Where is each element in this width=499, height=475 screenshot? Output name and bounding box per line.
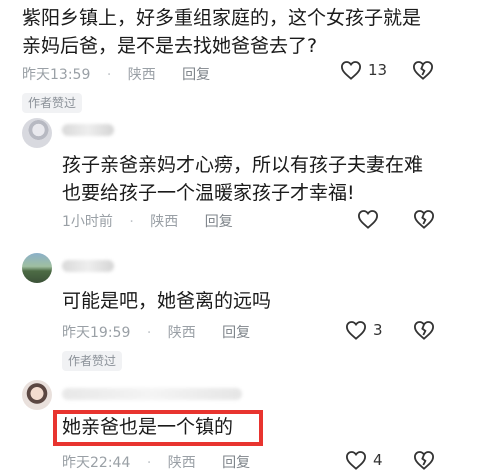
username-blurred[interactable] <box>62 260 114 272</box>
avatar[interactable] <box>22 380 52 410</box>
heart-icon <box>345 321 367 340</box>
comment-time: 1小时前 <box>62 214 113 230</box>
dislike-button[interactable] <box>413 320 435 340</box>
meta-separator: · <box>146 455 152 471</box>
comment-1-text-line2: 也要给孩子一个温暖家孩子才幸福! <box>62 182 355 204</box>
like-button[interactable]: 4 <box>345 450 383 470</box>
reply-button[interactable]: 回复 <box>222 455 250 471</box>
comment-2-meta: 昨天19:59 · 陕西 回复 <box>62 322 262 342</box>
comment-top-text-line2: 亲妈后爸，是不是去找她爸爸去了? <box>22 35 318 57</box>
reply-button[interactable]: 回复 <box>205 214 233 230</box>
author-liked-badge: 作者赞过 <box>22 93 83 113</box>
comment-location: 陕西 <box>150 214 179 230</box>
like-count: 3 <box>373 321 383 339</box>
dislike-button[interactable] <box>413 450 435 470</box>
comment-location: 陕西 <box>127 67 156 83</box>
comment-3-text: 她亲爸也是一个镇的 <box>62 416 234 438</box>
comment-time: 昨天19:59 <box>62 325 131 341</box>
like-button[interactable]: 13 <box>340 60 387 80</box>
broken-heart-icon <box>413 451 435 470</box>
reply-button[interactable]: 回复 <box>182 67 210 83</box>
meta-separator: · <box>106 67 112 83</box>
username-blurred[interactable] <box>62 388 242 400</box>
comment-time: 昨天22:44 <box>62 455 131 471</box>
comment-top-meta: 昨天13:59 · 陕西 回复 <box>22 64 222 84</box>
heart-icon <box>340 61 362 80</box>
comment-time: 昨天13:59 <box>22 67 91 83</box>
meta-separator: · <box>146 325 152 341</box>
avatar[interactable] <box>22 253 52 283</box>
like-button[interactable]: 3 <box>345 320 383 340</box>
broken-heart-icon <box>413 210 435 229</box>
comment-2-text: 可能是吧，她爸离的远吗 <box>62 290 272 312</box>
heart-icon <box>345 451 367 470</box>
like-count: 4 <box>373 451 383 469</box>
comment-top-text-line1: 紫阳乡镇上，好多重组家庭的，这个女孩子就是 <box>22 7 422 29</box>
dislike-button[interactable] <box>413 209 435 229</box>
comment-1-meta: 1小时前 · 陕西 回复 <box>62 211 245 231</box>
dislike-button[interactable] <box>412 60 434 80</box>
like-button[interactable] <box>357 209 385 229</box>
like-count: 13 <box>368 61 388 79</box>
reply-button[interactable]: 回复 <box>222 325 250 341</box>
meta-separator: · <box>129 214 134 230</box>
username-blurred[interactable] <box>62 124 114 136</box>
comment-3-meta: 昨天22:44 · 陕西 回复 <box>62 452 262 472</box>
avatar[interactable] <box>22 118 52 148</box>
heart-icon <box>357 210 379 229</box>
comment-1-text-line1: 孩子亲爸亲妈才心痨，所以有孩子夫妻在难 <box>62 154 424 176</box>
comment-location: 陕西 <box>167 325 196 341</box>
author-liked-badge: 作者赞过 <box>62 351 123 371</box>
comment-location: 陕西 <box>167 455 196 471</box>
broken-heart-icon <box>412 61 434 80</box>
broken-heart-icon <box>413 321 435 340</box>
